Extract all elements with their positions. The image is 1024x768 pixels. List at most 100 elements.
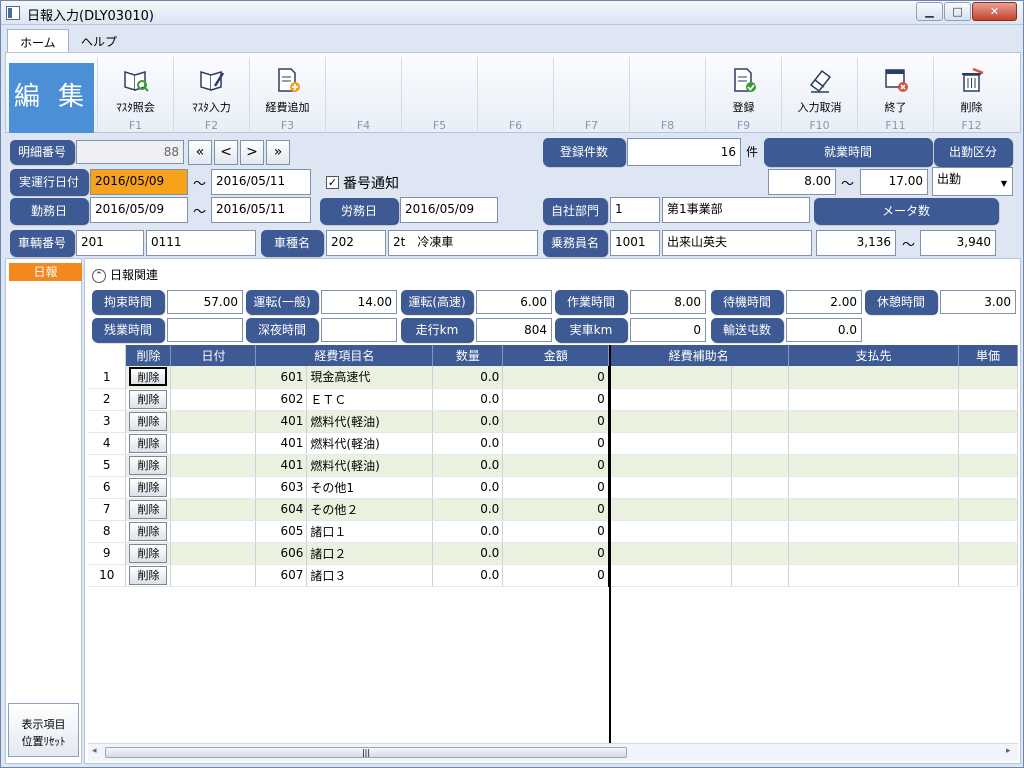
expense-code-cell[interactable]: 401 <box>255 410 308 433</box>
crew-code-field[interactable]: 1001 <box>610 230 660 256</box>
date-cell[interactable] <box>170 564 257 587</box>
meter-from-field[interactable]: 3,136 <box>816 230 896 256</box>
stat-value[interactable]: 0 <box>630 318 706 342</box>
dept-code-field[interactable]: 1 <box>610 197 660 223</box>
amount-cell[interactable]: 0 <box>502 520 610 543</box>
unit-price-cell[interactable] <box>958 410 1018 433</box>
amount-cell[interactable]: 0 <box>502 388 610 411</box>
reset-layout-button[interactable]: 表示項目 位置ﾘｾｯﾄ <box>8 703 79 757</box>
date-cell[interactable] <box>170 432 257 455</box>
table-row[interactable]: 2 削除 602 ＥＴＣ 0.0 0 <box>88 388 1018 411</box>
quantity-cell[interactable]: 0.0 <box>432 498 504 521</box>
unit-price-cell[interactable] <box>958 498 1018 521</box>
expense-code-cell[interactable]: 602 <box>255 388 308 411</box>
col-unit-price[interactable]: 単価 <box>958 345 1018 366</box>
table-row[interactable]: 6 削除 603 その他1 0.0 0 <box>88 476 1018 499</box>
tab-help[interactable]: ヘルプ <box>69 29 129 52</box>
scroll-left-icon[interactable]: ◂ <box>92 746 97 756</box>
delete-row-button[interactable]: 削除 <box>129 455 168 475</box>
delete-cell[interactable]: 削除 <box>125 366 172 389</box>
scrollbar-thumb[interactable]: ||| <box>105 747 627 758</box>
expense-sub-name-cell[interactable] <box>731 498 790 521</box>
unit-price-cell[interactable] <box>958 454 1018 477</box>
delete-row-button[interactable]: 削除 <box>129 411 168 431</box>
meter-to-field[interactable]: 3,940 <box>920 230 996 256</box>
unit-price-cell[interactable] <box>958 388 1018 411</box>
row-number[interactable]: 5 <box>88 454 127 477</box>
expense-code-cell[interactable]: 605 <box>255 520 308 543</box>
delete-row-button[interactable]: 削除 <box>129 521 168 541</box>
expense-name-cell[interactable]: ＥＴＣ <box>306 388 434 411</box>
payee-cell[interactable] <box>788 454 959 477</box>
maximize-button[interactable]: □ <box>944 2 971 21</box>
horizontal-scrollbar[interactable]: ◂ ||| ▸ <box>88 743 1018 761</box>
last-record-button[interactable]: » <box>266 140 290 165</box>
expense-code-cell[interactable]: 604 <box>255 498 308 521</box>
date-cell[interactable] <box>170 388 257 411</box>
work-time-from-field[interactable]: 8.00 <box>768 169 836 195</box>
expense-name-cell[interactable]: 諸口２ <box>306 542 434 565</box>
number-notice-checkbox[interactable]: ✓ <box>326 176 339 189</box>
expense-sub-name-cell[interactable] <box>731 454 790 477</box>
expense-sub-name-cell[interactable] <box>731 432 790 455</box>
amount-cell[interactable]: 0 <box>502 498 610 521</box>
expense-sub-code-cell[interactable] <box>607 432 733 455</box>
quantity-cell[interactable]: 0.0 <box>432 542 504 565</box>
payee-cell[interactable] <box>788 388 959 411</box>
expense-sub-code-cell[interactable] <box>607 498 733 521</box>
date-cell[interactable] <box>170 454 257 477</box>
expense-name-cell[interactable]: 燃料代(軽油) <box>306 432 434 455</box>
expense-name-cell[interactable]: その他1 <box>306 476 434 499</box>
expense-sub-code-cell[interactable] <box>607 410 733 433</box>
payee-cell[interactable] <box>788 520 959 543</box>
ribbon-button-f6[interactable]: F6 <box>477 57 553 133</box>
delete-cell[interactable]: 削除 <box>125 410 172 433</box>
stat-value[interactable]: 0.0 <box>786 318 862 342</box>
row-number[interactable]: 9 <box>88 542 127 565</box>
expense-sub-name-cell[interactable] <box>731 410 790 433</box>
expense-name-cell[interactable]: 燃料代(軽油) <box>306 454 434 477</box>
stat-value[interactable]: 6.00 <box>476 290 552 314</box>
unit-price-cell[interactable] <box>958 564 1018 587</box>
quantity-cell[interactable]: 0.0 <box>432 432 504 455</box>
expense-sub-code-cell[interactable] <box>607 542 733 565</box>
ribbon-button-f4[interactable]: F4 <box>325 57 401 133</box>
table-row[interactable]: 3 削除 401 燃料代(軽油) 0.0 0 <box>88 410 1018 433</box>
expense-sub-name-cell[interactable] <box>731 388 790 411</box>
vehicle-no-field[interactable]: 201 <box>76 230 144 256</box>
amount-cell[interactable]: 0 <box>502 564 610 587</box>
scroll-right-icon[interactable]: ▸ <box>1006 746 1011 756</box>
expense-name-cell[interactable]: 諸口３ <box>306 564 434 587</box>
date-cell[interactable] <box>170 410 257 433</box>
first-record-button[interactable]: « <box>188 140 212 165</box>
stat-value[interactable]: 8.00 <box>630 290 706 314</box>
ribbon-button-f11[interactable]: 終了 F11 <box>857 57 933 133</box>
vehicle-type-code-field[interactable]: 202 <box>326 230 386 256</box>
row-number[interactable]: 7 <box>88 498 127 521</box>
col-expense-item[interactable]: 経費項目名 <box>255 345 434 366</box>
delete-cell[interactable]: 削除 <box>125 476 172 499</box>
table-row[interactable]: 4 削除 401 燃料代(軽油) 0.0 0 <box>88 432 1018 455</box>
delete-cell[interactable]: 削除 <box>125 388 172 411</box>
payee-cell[interactable] <box>788 498 959 521</box>
row-number[interactable]: 2 <box>88 388 127 411</box>
table-row[interactable]: 7 削除 604 その他２ 0.0 0 <box>88 498 1018 521</box>
expense-sub-name-cell[interactable] <box>731 476 790 499</box>
row-number[interactable]: 3 <box>88 410 127 433</box>
delete-row-button[interactable]: 削除 <box>129 477 168 497</box>
col-amount[interactable]: 金額 <box>502 345 610 366</box>
minimize-button[interactable]: ▁ <box>916 2 943 21</box>
amount-cell[interactable]: 0 <box>502 366 610 389</box>
col-date[interactable]: 日付 <box>170 345 257 366</box>
delete-cell[interactable]: 削除 <box>125 542 172 565</box>
expense-sub-code-cell[interactable] <box>607 520 733 543</box>
expense-sub-name-cell[interactable] <box>731 366 790 389</box>
unit-price-cell[interactable] <box>958 542 1018 565</box>
expense-code-cell[interactable]: 401 <box>255 454 308 477</box>
work-day-to-field[interactable]: 2016/05/11 <box>211 197 311 223</box>
stat-value[interactable] <box>321 318 397 342</box>
ribbon-button-f5[interactable]: F5 <box>401 57 477 133</box>
ribbon-button-f9[interactable]: 登録 F9 <box>705 57 781 133</box>
ribbon-button-f7[interactable]: F7 <box>553 57 629 133</box>
collapse-icon[interactable]: ⌃ <box>92 268 106 283</box>
